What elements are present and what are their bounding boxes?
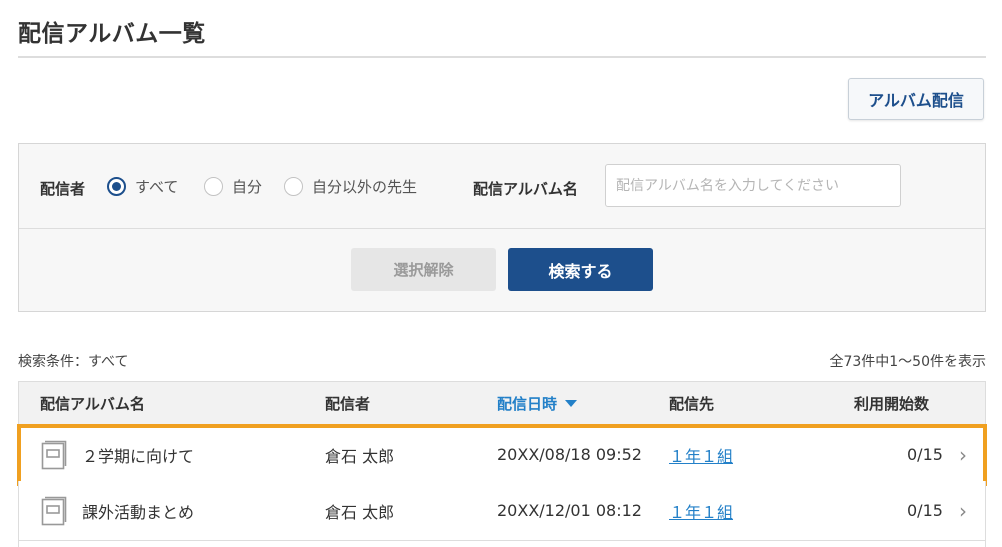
- radio-unchecked-icon: [284, 177, 303, 196]
- panel-divider: [19, 228, 985, 229]
- table-row[interactable]: 課外活動まとめ 倉石 太郎 20XX/12/01 08:12 １年１組 0/15…: [18, 481, 986, 541]
- search-panel: 配信者 すべて 自分 自分以外の先生 配信アルバム名 選択解除 検索する: [18, 143, 986, 312]
- table-continuation: [18, 537, 986, 547]
- sender-label: 配信者: [40, 180, 86, 198]
- album-name: ２学期に向けて: [82, 446, 195, 466]
- usage-count: 0/15: [907, 501, 943, 520]
- table-header: 配信アルバム名 配信者 配信日時 配信先 利用開始数: [18, 381, 986, 425]
- album-book-icon: [41, 440, 67, 470]
- sender-radio-others[interactable]: 自分以外の先生: [284, 176, 417, 197]
- column-header-sender[interactable]: 配信者: [325, 382, 370, 424]
- search-button[interactable]: 検索する: [508, 248, 653, 291]
- column-header-usage[interactable]: 利用開始数: [854, 382, 929, 424]
- column-header-datetime[interactable]: 配信日時: [497, 382, 578, 424]
- radio-label: 自分: [232, 178, 263, 196]
- destination-link[interactable]: １年１組: [669, 499, 733, 523]
- caret-down-icon: [565, 399, 578, 407]
- column-header-name[interactable]: 配信アルバム名: [40, 382, 145, 424]
- radio-label: 自分以外の先生: [312, 178, 418, 196]
- sender: 倉石 太郎: [325, 502, 395, 522]
- album-name-input[interactable]: [605, 164, 901, 207]
- table-row[interactable]: ２学期に向けて 倉石 太郎 20XX/08/18 09:52 １年１組 0/15…: [17, 424, 987, 486]
- album-name-label: 配信アルバム名: [473, 180, 578, 198]
- column-header-destination[interactable]: 配信先: [669, 382, 714, 424]
- radio-label: すべて: [135, 178, 179, 196]
- destination-link[interactable]: １年１組: [669, 443, 733, 467]
- column-header-datetime-label: 配信日時: [497, 394, 558, 413]
- album-distribute-button[interactable]: アルバム配信: [848, 78, 984, 120]
- result-count: 全73件中1〜50件を表示: [829, 354, 986, 370]
- search-criteria: 検索条件：すべて: [18, 354, 129, 370]
- chevron-right-icon[interactable]: ›: [959, 425, 967, 484]
- chevron-right-icon[interactable]: ›: [959, 481, 967, 540]
- sender-radio-self[interactable]: 自分: [204, 176, 262, 197]
- distribution-datetime: 20XX/08/18 09:52: [497, 445, 642, 464]
- usage-count: 0/15: [907, 445, 943, 464]
- album-name: 課外活動まとめ: [82, 502, 195, 522]
- radio-checked-icon: [107, 177, 126, 196]
- sender-radio-all[interactable]: すべて: [107, 176, 178, 197]
- album-book-icon: [41, 496, 67, 526]
- radio-unchecked-icon: [204, 177, 223, 196]
- page-title: 配信アルバム一覧: [18, 21, 206, 47]
- sender: 倉石 太郎: [325, 446, 395, 466]
- distribution-datetime: 20XX/12/01 08:12: [497, 501, 642, 520]
- title-divider: [18, 56, 986, 58]
- clear-selection-button[interactable]: 選択解除: [351, 248, 496, 291]
